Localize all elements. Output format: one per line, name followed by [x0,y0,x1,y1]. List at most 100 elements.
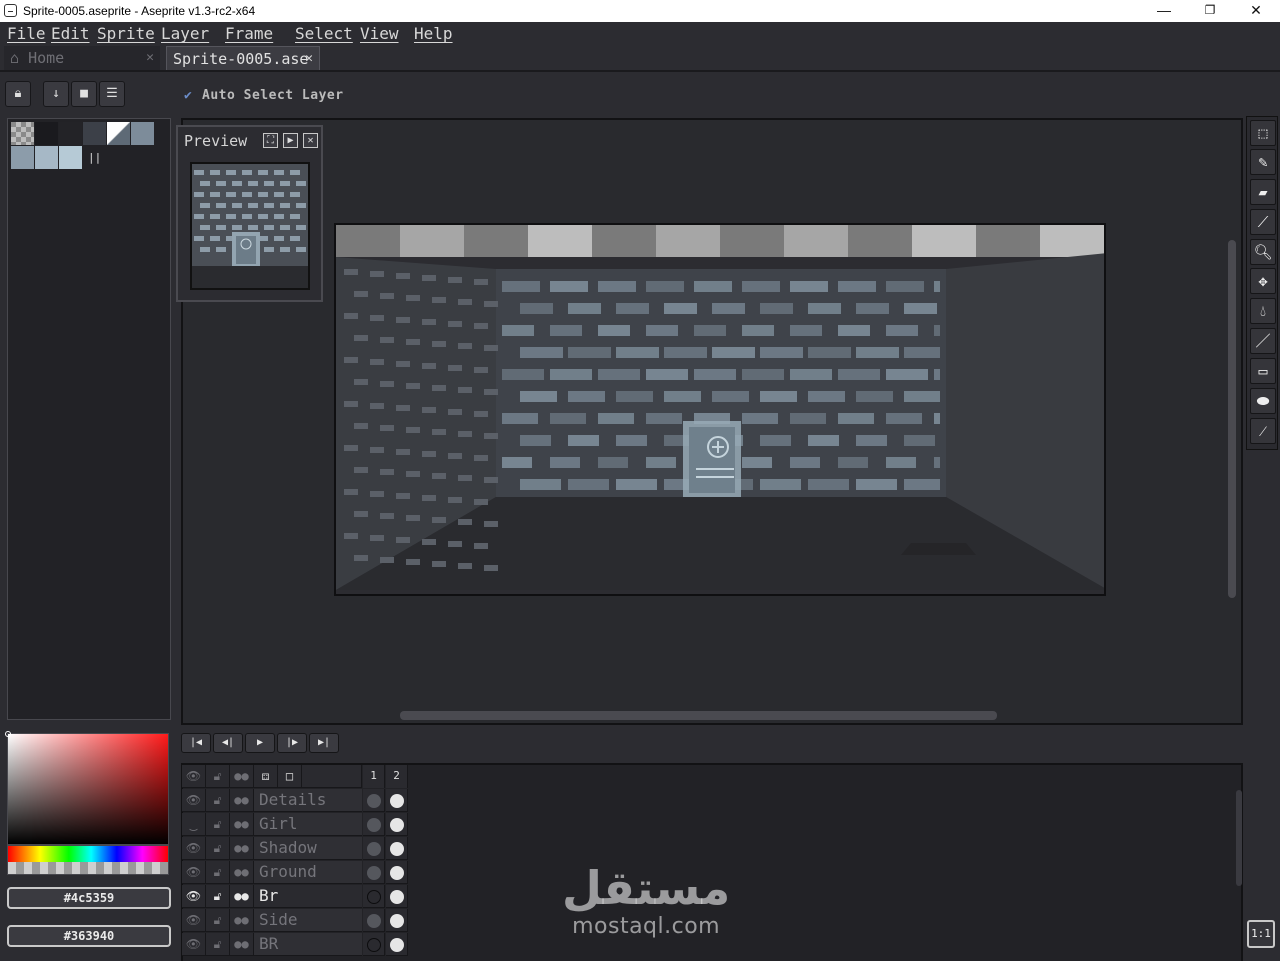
layer-row[interactable]: 👁︎ 🔓︎ ●● Shadow [182,837,412,861]
blur-tool[interactable]: ⁄ [1250,418,1276,444]
layer-continuous-toggle[interactable]: ●● [230,909,254,932]
cel-frame-2[interactable] [386,789,408,812]
last-frame-button[interactable]: ▶| [309,733,339,753]
layer-row[interactable]: ‿ 🔓︎ ●● Girl [182,813,412,837]
palette-swatch[interactable] [59,146,82,169]
cel-frame-1[interactable] [363,885,385,908]
line-tool[interactable]: ／ [1250,328,1276,354]
layer-row[interactable]: 👁︎ 🔓︎ ●● Side [182,909,412,933]
palette-swatch[interactable] [35,122,58,145]
cel-frame-2[interactable] [386,909,408,932]
layer-name[interactable]: Shadow [254,837,362,860]
layer-continuous-toggle[interactable]: ●● [230,789,254,812]
preview-play-button[interactable]: ▶ [283,133,298,148]
canvas-horizontal-scrollbar[interactable] [400,711,997,720]
contour-tool[interactable]: ⬬ [1250,388,1276,414]
layer-name[interactable]: BR [254,933,362,956]
layer-lock-toggle[interactable]: 🔓︎ [206,933,230,956]
header-visibility[interactable]: 👁︎ [182,765,206,788]
layer-name[interactable]: Br [254,885,362,908]
tab-sprite-close-icon[interactable]: ✕ [305,47,313,71]
cel-frame-1[interactable] [363,861,385,884]
layer-row[interactable]: 👁︎ 🔓︎ ●● BR [182,933,412,957]
palette-swatch[interactable] [83,122,106,145]
layer-name[interactable]: Side [254,909,362,932]
cel-frame-2[interactable] [386,933,408,956]
menu-select[interactable]: Select [295,24,353,43]
menu-view[interactable]: View [360,24,399,43]
cel-frame-1[interactable] [363,837,385,860]
layer-continuous-toggle[interactable]: ●● [230,837,254,860]
rectangle-tool[interactable]: ▭ [1250,358,1276,384]
layer-visibility-toggle[interactable]: 👁︎ [182,933,206,956]
fill-tool[interactable]: 💧︎ [1250,298,1276,324]
layer-visibility-toggle[interactable]: 👁︎ [182,837,206,860]
foreground-color-button[interactable]: #4c5359 [7,887,171,909]
preview-close-button[interactable]: ✕ [303,133,318,148]
tab-sprite[interactable]: Sprite-0005.ase ✕ [166,46,320,70]
layer-visibility-toggle[interactable]: ‿ [182,813,206,836]
eraser-tool[interactable]: ▰ [1250,179,1276,205]
menu-frame[interactable]: Frame [225,24,273,43]
canvas-vertical-scrollbar[interactable] [1228,240,1236,598]
layer-lock-toggle[interactable]: 🔓︎ [206,861,230,884]
header-onion[interactable]: ⚃ [254,765,278,788]
merge-down-button[interactable]: ↓ [43,81,69,107]
layer-lock-toggle[interactable]: 🔓︎ [206,837,230,860]
prev-frame-button[interactable]: ◀| [213,733,243,753]
cel-frame-1[interactable] [363,813,385,836]
layer-visibility-toggle[interactable]: 👁︎ [182,885,206,908]
zoom-tool[interactable]: 🔍︎ [1250,239,1276,265]
cel-frame-2[interactable] [386,885,408,908]
palette-swatch[interactable] [59,122,82,145]
marquee-tool[interactable]: ⬚ [1250,120,1276,146]
opaque-button[interactable]: ■ [71,81,97,107]
pencil-tool[interactable]: ✎ [1250,149,1276,175]
layer-name[interactable]: Girl [254,813,362,836]
palette-swatch[interactable] [11,146,34,169]
alpha-slider[interactable] [8,862,168,874]
hue-slider[interactable] [7,845,169,875]
header-lock[interactable]: 🔓︎ [206,765,230,788]
menu-sprite[interactable]: Sprite [97,24,155,43]
layer-continuous-toggle[interactable]: ●● [230,861,254,884]
header-layers[interactable]: □ [278,765,302,788]
first-frame-button[interactable]: |◀ [181,733,211,753]
layer-visibility-toggle[interactable]: 👁︎ [182,861,206,884]
cel-frame-1[interactable] [363,909,385,932]
sprite-canvas[interactable] [334,223,1106,596]
palette-swatch[interactable] [131,122,154,145]
zoom-reset-button[interactable]: 1:1 [1247,920,1275,948]
cel-frame-2[interactable] [386,837,408,860]
layer-continuous-toggle[interactable]: ●● [230,933,254,956]
layer-lock-toggle[interactable]: 🔓︎ [206,885,230,908]
background-color-button[interactable]: #363940 [7,925,171,947]
palette-swatch-selected[interactable] [107,122,130,145]
auto-select-layer-checkbox[interactable]: ✔ Auto Select Layer [184,88,344,103]
cel-frame-1[interactable] [363,789,385,812]
cel-frame-2[interactable] [386,813,408,836]
cel-frame-2[interactable] [386,861,408,884]
header-continuous[interactable]: ●● [230,765,254,788]
layer-name[interactable]: Ground [254,861,362,884]
menu-help[interactable]: Help [414,24,453,43]
palette-swatch-transparent[interactable] [11,122,34,145]
layer-row[interactable]: 👁︎ 🔓︎ ●● Br [182,885,412,909]
layer-row[interactable]: 👁︎ 🔓︎ ●● Details [182,789,412,813]
options-button[interactable]: ☰ [99,81,125,107]
minimize-button[interactable]: — [1141,0,1187,22]
lock-button[interactable]: 🔒︎ [5,81,31,107]
cel-frame-1[interactable] [363,933,385,956]
frame-header-1[interactable]: 1 [363,765,385,788]
layer-name[interactable]: Details [254,789,362,812]
layer-lock-toggle[interactable]: 🔓︎ [206,789,230,812]
menu-layer[interactable]: Layer [161,24,209,43]
menu-edit[interactable]: Edit [51,24,90,43]
menu-file[interactable]: File [7,24,46,43]
move-tool[interactable]: ✥ [1250,268,1276,294]
eyedropper-tool[interactable]: ⟋ [1250,209,1276,235]
preview-center-button[interactable]: ⛶ [263,133,278,148]
palette-swatch[interactable] [35,146,58,169]
layer-continuous-toggle[interactable]: ●● [230,813,254,836]
next-frame-button[interactable]: |▶ [277,733,307,753]
